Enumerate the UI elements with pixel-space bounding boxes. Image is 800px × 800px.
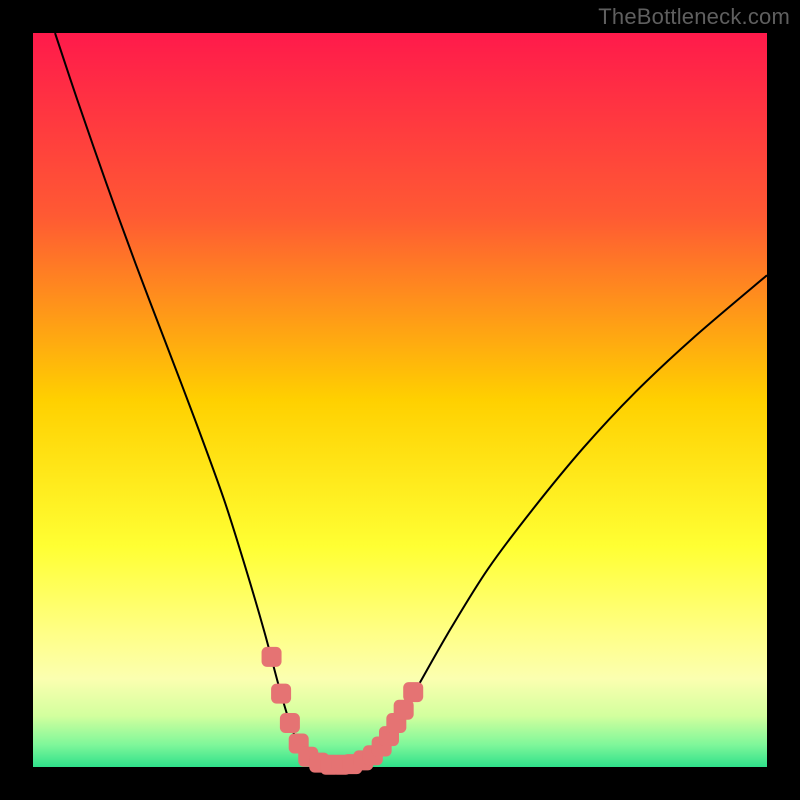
marker-dot — [403, 682, 423, 702]
marker-dot — [262, 647, 282, 667]
plot-gradient — [33, 33, 767, 767]
marker-dot — [271, 684, 291, 704]
marker-dot — [394, 700, 414, 720]
bottleneck-chart — [0, 0, 800, 800]
marker-dot — [280, 713, 300, 733]
watermark-text: TheBottleneck.com — [598, 4, 790, 30]
